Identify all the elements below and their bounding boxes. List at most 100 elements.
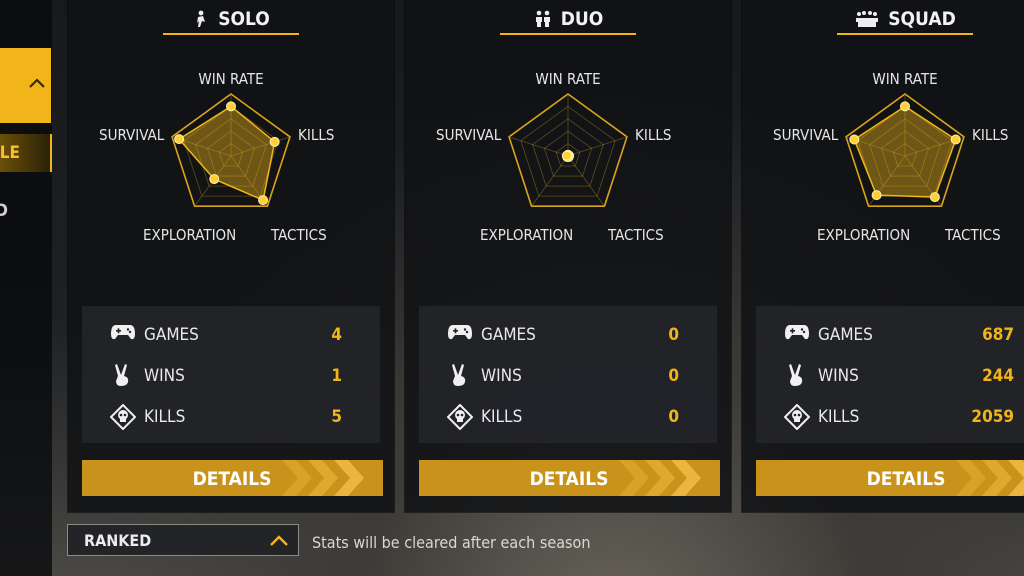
radar-label-exploration: EXPLORATION <box>143 226 236 244</box>
victory-hand-icon <box>789 364 803 386</box>
skull-icon <box>447 404 473 430</box>
stat-row-games: GAMES 687 <box>756 320 1024 350</box>
stats-box: GAMES 4 WINS 1 KILLS 5 <box>82 306 380 443</box>
details-button-label: DETAILS <box>529 468 609 490</box>
sidebar-item-label: ALE <box>0 143 20 163</box>
radar-chart: WIN RATE KILLS TACTICS EXPLORATION SURVIVAL <box>436 70 671 244</box>
sidebar-item-selected[interactable]: ALE <box>0 134 52 172</box>
season-type-dropdown[interactable]: RANKED <box>67 524 299 556</box>
duo-players-icon <box>535 10 550 27</box>
solo-stats-panel: SOLO WIN RATE KILLS TACTICS EXPLORATION SURV… <box>68 0 394 512</box>
details-button[interactable]: DETAILS <box>756 460 1024 496</box>
radar-label-win-rate: WIN RATE <box>872 70 937 88</box>
victory-hand-icon <box>115 364 129 386</box>
squad-stats-panel: SQUAD WIN RATE KILLS TACTICS EXPLORATION SUR… <box>742 0 1024 512</box>
stat-label: GAMES <box>144 325 199 345</box>
stat-value-wins: 244 <box>982 366 1014 386</box>
chevron-up-icon <box>29 78 45 88</box>
stat-row-games: GAMES 0 <box>419 320 717 350</box>
details-button-label: DETAILS <box>192 468 272 490</box>
stat-value-kills: 0 <box>668 407 679 427</box>
radar-label-win-rate: WIN RATE <box>535 70 600 88</box>
title-underline <box>500 33 636 35</box>
stat-row-wins: WINS 1 <box>82 361 380 391</box>
radar-label-kills: KILLS <box>298 126 334 144</box>
radar-axis <box>531 155 569 207</box>
radar-point-exploration <box>209 174 220 185</box>
radar-label-tactics: TACTICS <box>607 226 664 244</box>
radar-point-tactics <box>929 192 940 203</box>
details-button-label: DETAILS <box>866 468 946 490</box>
stat-label: KILLS <box>481 407 523 427</box>
gamepad-icon <box>448 325 472 340</box>
stat-row-games: GAMES 4 <box>82 320 380 350</box>
mode-sidebar: ALE D <box>0 0 52 576</box>
stat-row-wins: WINS 244 <box>756 361 1024 391</box>
stat-value-games: 0 <box>668 325 679 345</box>
squad-players-icon <box>856 11 879 27</box>
stat-value-wins: 0 <box>668 366 679 386</box>
sidebar-item-label: D <box>0 201 8 221</box>
season-type-label: RANKED <box>84 531 152 550</box>
gamepad-icon <box>785 325 809 340</box>
title-underline <box>837 33 973 35</box>
sidebar-collapse-tab[interactable] <box>0 48 51 123</box>
stat-label: WINS <box>818 366 859 386</box>
panel-header: SOLO <box>68 0 394 36</box>
radar-axis <box>567 136 628 157</box>
radar-point-win-rate <box>900 101 910 112</box>
details-button[interactable]: DETAILS <box>419 460 720 496</box>
stat-row-kills: KILLS 5 <box>82 402 380 432</box>
stat-row-wins: WINS 0 <box>419 361 717 391</box>
radar-chart: WIN RATE KILLS TACTICS EXPLORATION SURVIVAL <box>773 70 1008 244</box>
stat-label: WINS <box>481 366 522 386</box>
radar-axis <box>567 155 605 207</box>
radar-axis <box>508 136 569 157</box>
stat-value-games: 4 <box>331 325 342 345</box>
panel-title: SQUAD <box>742 8 1024 30</box>
stat-label: KILLS <box>144 407 186 427</box>
panel-title: SOLO <box>68 8 394 30</box>
radar-label-kills: KILLS <box>972 126 1008 144</box>
stat-row-kills: KILLS 2059 <box>756 402 1024 432</box>
radar-point-kills <box>269 136 280 147</box>
radar-point-win-rate <box>226 101 236 112</box>
skull-icon <box>784 404 810 430</box>
stat-row-kills: KILLS 0 <box>419 402 717 432</box>
stat-label: GAMES <box>481 325 536 345</box>
stat-value-games: 687 <box>982 325 1014 345</box>
chevron-up-icon <box>270 535 288 546</box>
stats-box: GAMES 687 WINS 244 KILLS 2059 <box>756 306 1024 443</box>
radar-label-survival: SURVIVAL <box>99 126 165 144</box>
radar-point-survival <box>174 134 185 145</box>
stats-box: GAMES 0 WINS 0 KILLS 0 <box>419 306 717 443</box>
radar-point-survival <box>561 150 572 161</box>
radar-label-exploration: EXPLORATION <box>817 226 910 244</box>
radar-label-tactics: TACTICS <box>270 226 327 244</box>
details-button[interactable]: DETAILS <box>82 460 383 496</box>
radar-label-survival: SURVIVAL <box>436 126 502 144</box>
radar-point-survival <box>849 134 860 145</box>
radar-label-win-rate: WIN RATE <box>198 70 263 88</box>
gamepad-icon <box>111 325 135 340</box>
radar-label-exploration: EXPLORATION <box>480 226 573 244</box>
title-underline <box>163 33 299 35</box>
sidebar-item[interactable]: D <box>0 192 52 230</box>
panel-header: DUO <box>405 0 731 36</box>
radar-label-tactics: TACTICS <box>944 226 1001 244</box>
duo-stats-panel: DUO WIN RATE KILLS TACTICS EXPLORATION SURVI… <box>405 0 731 512</box>
panel-header: SQUAD <box>742 0 1024 36</box>
stat-label: WINS <box>144 366 185 386</box>
radar-label-survival: SURVIVAL <box>773 126 839 144</box>
stat-label: KILLS <box>818 407 860 427</box>
stat-value-kills: 2059 <box>971 407 1014 427</box>
panel-title: DUO <box>405 8 731 30</box>
stat-value-kills: 5 <box>331 407 342 427</box>
radar-label-kills: KILLS <box>635 126 671 144</box>
solo-player-icon <box>197 10 206 27</box>
skull-icon <box>110 404 136 430</box>
season-reset-note: Stats will be cleared after each season <box>312 533 591 552</box>
stat-label: GAMES <box>818 325 873 345</box>
radar-point-exploration <box>871 190 882 201</box>
radar-chart: WIN RATE KILLS TACTICS EXPLORATION SURVIVAL <box>99 70 334 244</box>
